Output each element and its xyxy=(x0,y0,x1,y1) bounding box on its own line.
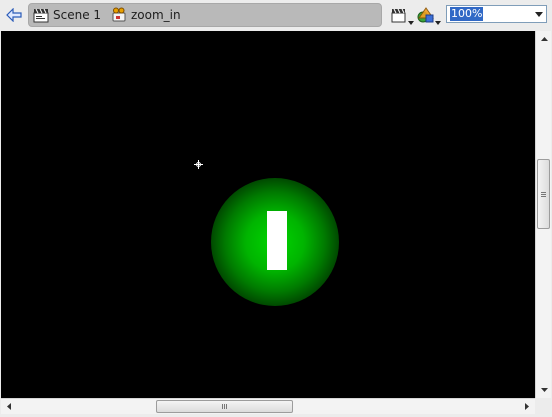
breadcrumb-scene[interactable]: Scene 1 xyxy=(33,4,101,26)
chevron-down-icon[interactable] xyxy=(531,6,546,22)
stage-canvas[interactable] xyxy=(1,31,535,398)
arrow-right-icon xyxy=(525,403,529,410)
flash-stage-window: Scene 1 zoom_in 100% xyxy=(0,0,552,417)
chevron-down-icon xyxy=(435,21,441,25)
chevron-down-icon xyxy=(408,21,414,25)
scroll-down-button[interactable] xyxy=(536,382,552,398)
scroll-left-button[interactable] xyxy=(1,399,17,414)
edit-scene-button[interactable] xyxy=(390,5,414,27)
breadcrumb-symbol[interactable]: zoom_in xyxy=(111,4,181,26)
scroll-right-button[interactable] xyxy=(519,399,535,414)
arrow-up-icon xyxy=(540,37,548,41)
horizontal-scroll-thumb[interactable] xyxy=(156,400,293,413)
vertical-scrollbar[interactable] xyxy=(535,31,551,398)
edit-bar: Scene 1 zoom_in 100% xyxy=(0,0,552,30)
scrollbar-corner xyxy=(535,398,551,414)
breadcrumb-symbol-label: zoom_in xyxy=(131,8,181,22)
zoom-value[interactable]: 100% xyxy=(450,7,484,21)
clapperboard-scene-icon xyxy=(33,8,49,23)
scroll-up-button[interactable] xyxy=(536,31,552,47)
arrow-down-icon xyxy=(540,388,548,392)
edit-symbols-icon xyxy=(417,7,434,23)
movie-clip-symbol-icon xyxy=(112,7,126,22)
back-button[interactable] xyxy=(4,6,24,24)
edit-symbols-button[interactable] xyxy=(417,5,441,27)
edit-scene-icon xyxy=(391,8,406,23)
horizontal-scrollbar[interactable] xyxy=(1,398,535,414)
grip-icon xyxy=(541,191,546,197)
back-arrow-icon xyxy=(6,8,22,22)
breadcrumb: Scene 1 zoom_in xyxy=(28,3,382,27)
zoom-select[interactable]: 100% xyxy=(446,5,547,23)
grip-icon xyxy=(222,404,227,409)
breadcrumb-scene-label: Scene 1 xyxy=(53,8,102,22)
registration-point-icon xyxy=(194,160,203,169)
white-bar-shape[interactable] xyxy=(267,211,287,270)
vertical-scroll-thumb[interactable] xyxy=(537,159,550,229)
arrow-left-icon xyxy=(7,403,11,410)
